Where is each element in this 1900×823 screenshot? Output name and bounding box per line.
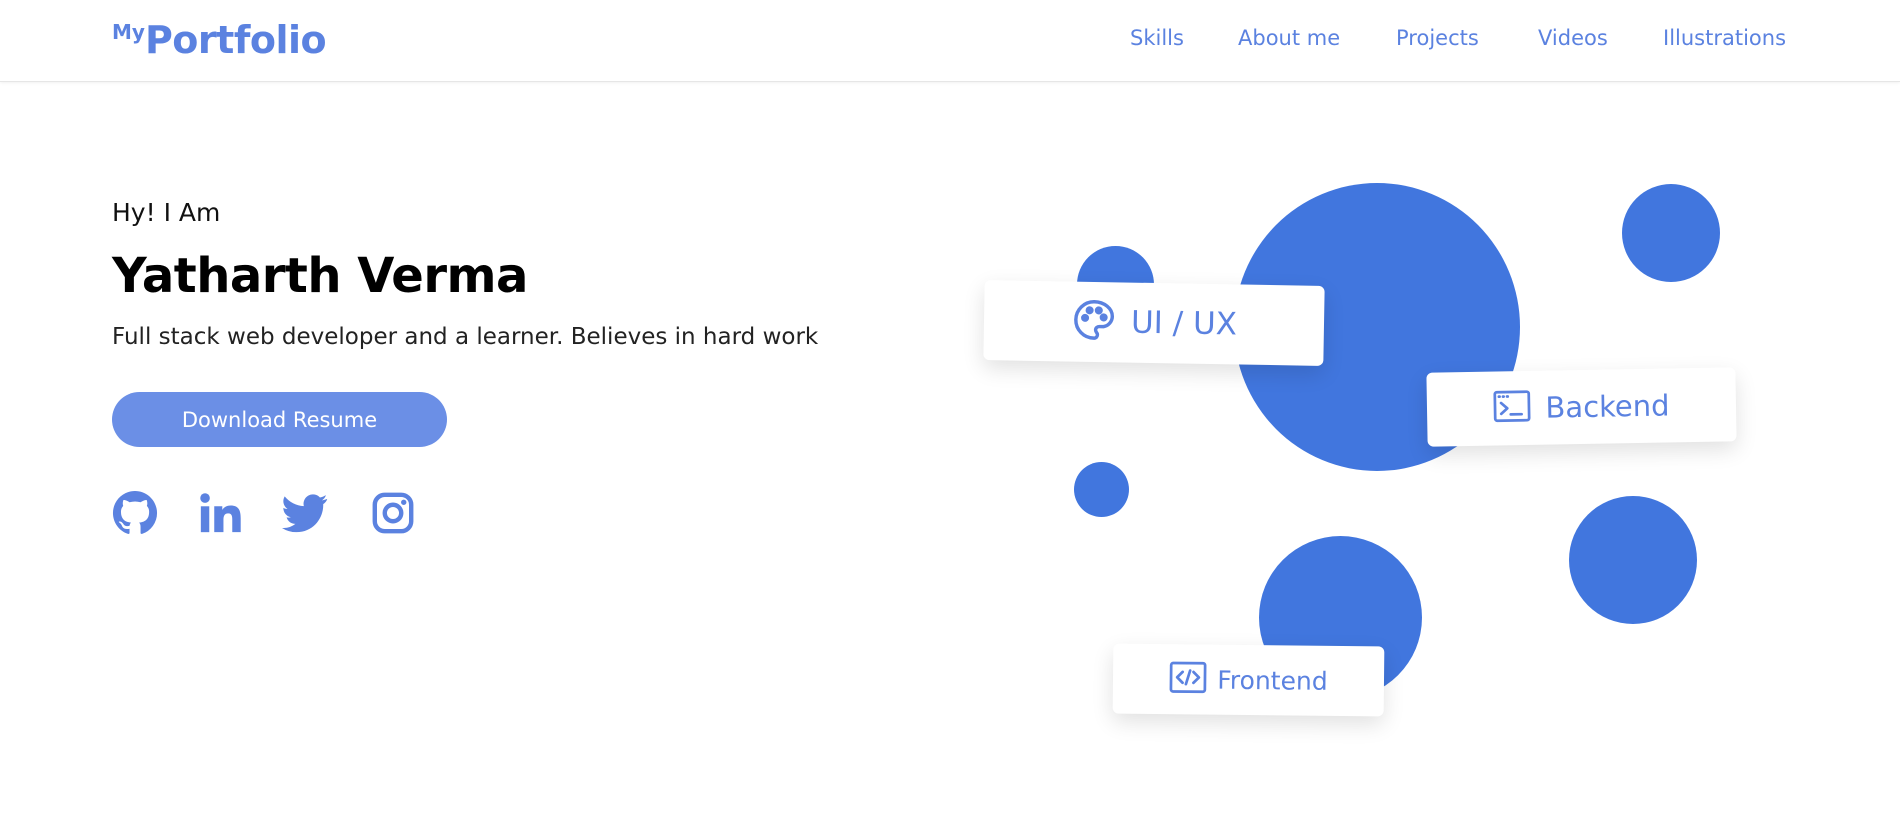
nav-menu: Skills About me Projects Videos Illustra…	[0, 26, 1900, 56]
skill-card-label: Frontend	[1217, 665, 1328, 696]
greeting-text: Hy! I Am	[112, 198, 221, 227]
hero-name: Yatharth Verma	[112, 248, 528, 304]
twitter-link[interactable]	[282, 490, 328, 536]
skill-card-backend: Backend	[1426, 367, 1737, 447]
skill-card-label: Backend	[1545, 388, 1670, 425]
instagram-icon	[372, 492, 414, 534]
twitter-icon	[282, 494, 328, 533]
github-link[interactable]	[112, 490, 158, 536]
instagram-link[interactable]	[370, 490, 416, 536]
linkedin-link[interactable]	[197, 490, 243, 536]
download-resume-button[interactable]: Download Resume	[112, 392, 447, 447]
nav-illustrations[interactable]: Illustrations	[1663, 26, 1786, 50]
hero-tagline: Full stack web developer and a learner. …	[112, 324, 819, 350]
skill-card-ui-ux: UI / UX	[983, 280, 1325, 366]
decor-circle	[1622, 184, 1720, 282]
decor-circle	[1569, 496, 1697, 624]
terminal-icon	[1493, 389, 1532, 428]
navbar: MyPortfolio Skills About me Projects Vid…	[0, 0, 1900, 82]
nav-videos[interactable]: Videos	[1538, 26, 1608, 50]
linkedin-icon	[200, 493, 241, 533]
skill-card-label: UI / UX	[1130, 304, 1238, 343]
decor-circle	[1074, 462, 1129, 517]
nav-about-me[interactable]: About me	[1238, 26, 1340, 50]
skill-card-frontend: Frontend	[1112, 643, 1385, 717]
code-icon	[1169, 660, 1207, 698]
github-icon	[112, 490, 158, 534]
palette-icon	[1071, 297, 1118, 348]
nav-skills[interactable]: Skills	[1130, 26, 1184, 50]
nav-projects[interactable]: Projects	[1396, 26, 1479, 50]
